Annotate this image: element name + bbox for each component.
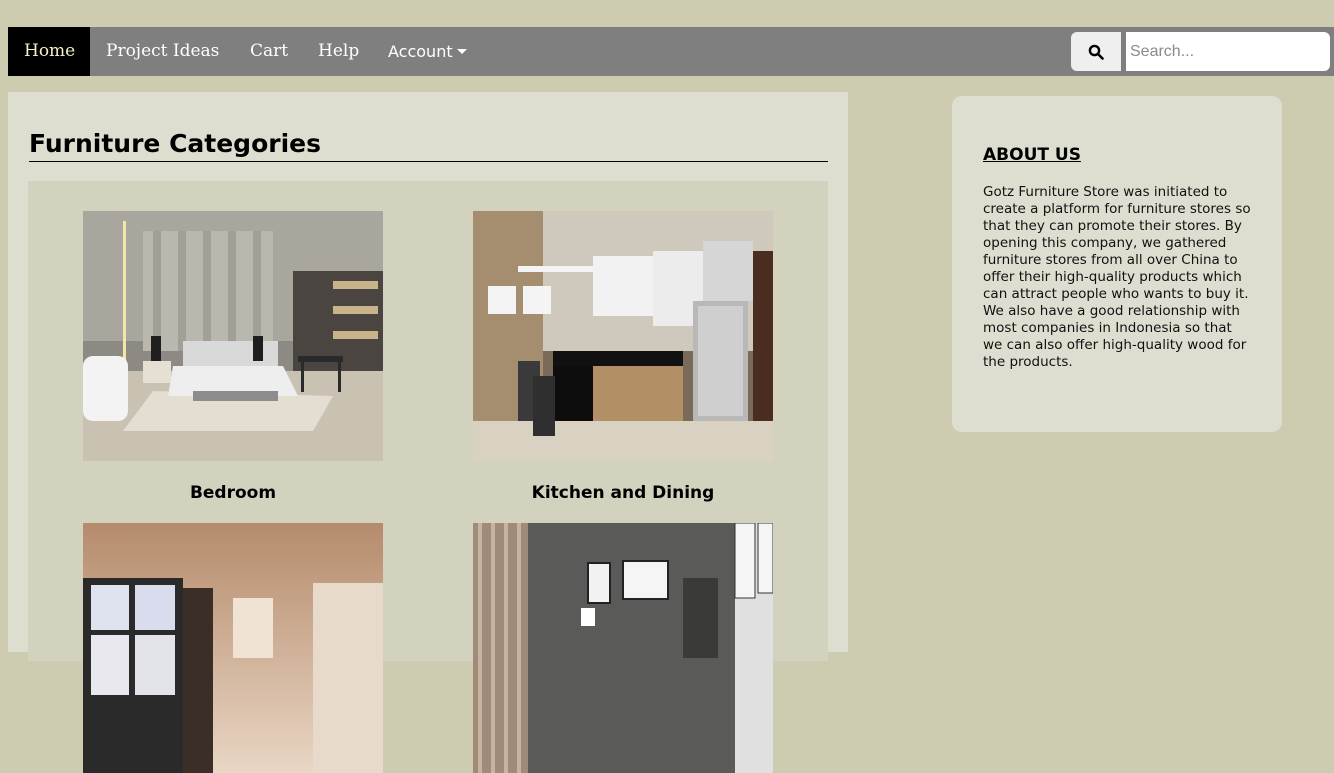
nav-account-dropdown[interactable]: Account xyxy=(372,27,483,76)
category-label-bedroom[interactable]: Bedroom xyxy=(83,483,383,503)
search-input[interactable] xyxy=(1126,32,1330,71)
living-room-image[interactable] xyxy=(83,523,383,773)
top-navbar: Home Project Ideas Cart Help Account xyxy=(8,27,1334,76)
nav-help[interactable]: Help xyxy=(302,27,375,76)
nav-account-label: Account xyxy=(388,42,453,61)
decor-room-image[interactable] xyxy=(473,523,773,773)
main-content: Furniture Categories Bedroom Kitchen and… xyxy=(8,92,848,773)
category-label-kitchen-dining[interactable]: Kitchen and Dining xyxy=(473,483,773,503)
caret-down-icon xyxy=(456,49,467,54)
search-icon xyxy=(1088,44,1104,60)
page-title: Furniture Categories xyxy=(29,128,828,162)
about-title: ABOUT US xyxy=(983,145,1081,165)
about-us-panel: ABOUT US Gotz Furniture Store was initia… xyxy=(952,96,1282,432)
about-text: Gotz Furniture Store was initiated to cr… xyxy=(983,184,1251,370)
bedroom-image[interactable] xyxy=(83,211,383,461)
nav-home[interactable]: Home xyxy=(8,27,90,76)
search-button[interactable] xyxy=(1071,32,1121,71)
category-grid: Bedroom Kitchen and Dining xyxy=(28,181,828,773)
kitchen-dining-image[interactable] xyxy=(473,211,773,461)
nav-cart[interactable]: Cart xyxy=(234,27,304,76)
nav-project-ideas[interactable]: Project Ideas xyxy=(90,27,235,76)
